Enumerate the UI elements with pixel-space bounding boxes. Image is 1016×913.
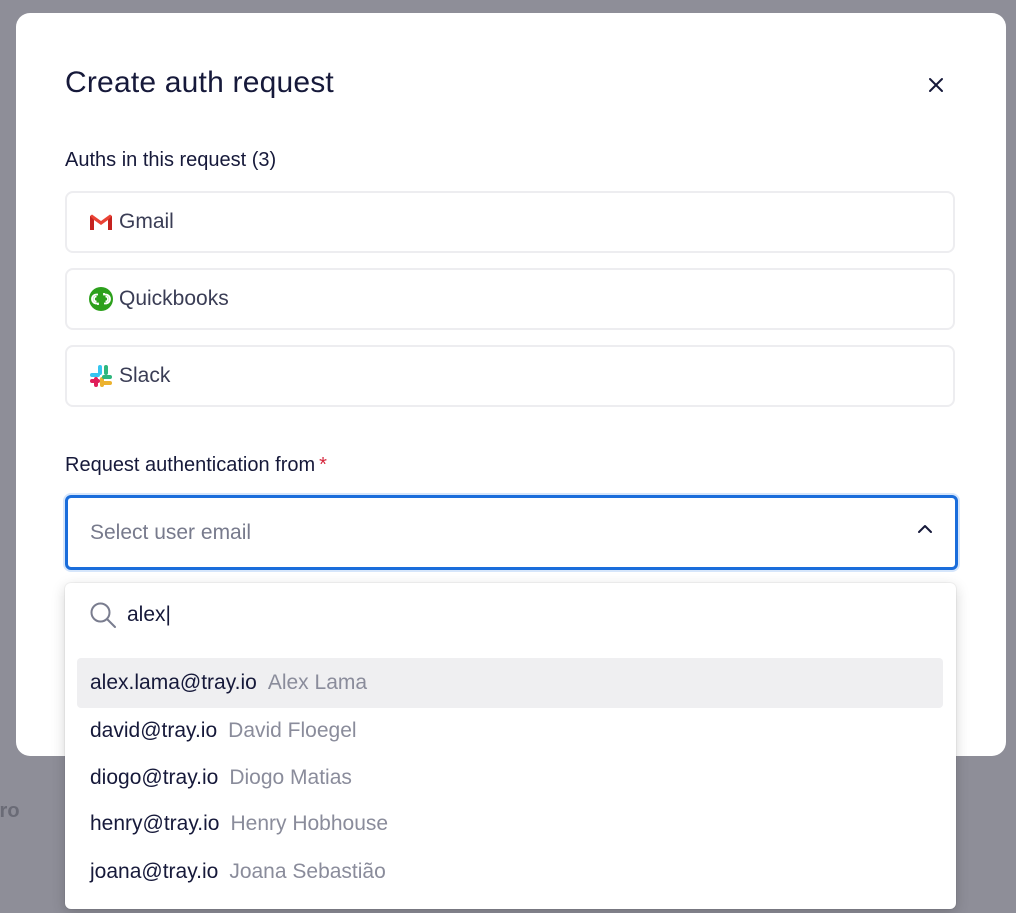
option-item[interactable]: henry@tray.io Henry Hobhouse: [77, 799, 943, 849]
required-marker: *: [319, 454, 327, 476]
modal-title: Create auth request: [65, 66, 334, 99]
quickbooks-icon: [89, 287, 113, 311]
option-item[interactable]: david@tray.io David Floegel: [77, 706, 943, 756]
chevron-up-icon: [918, 525, 932, 533]
select-placeholder: Select user email: [90, 520, 252, 544]
auth-item-label: Quickbooks: [119, 287, 229, 310]
auth-item-slack: Slack: [65, 345, 955, 407]
option-name: Diogo Matias: [229, 766, 352, 789]
option-email: diogo@tray.io: [90, 766, 219, 789]
option-email: joana@tray.io: [90, 860, 219, 883]
auth-item-label: Slack: [119, 364, 171, 387]
auth-item-quickbooks: Quickbooks: [65, 268, 955, 330]
option-item[interactable]: alex.lama@tray.io Alex Lama: [77, 658, 943, 708]
auth-item-gmail: Gmail: [65, 191, 955, 253]
option-name: Alex Lama: [267, 671, 368, 694]
option-item[interactable]: diogo@tray.io Diogo Matias: [77, 753, 943, 803]
auth-item-label: Gmail: [119, 210, 174, 233]
request-from-label: Request authentication from *: [65, 454, 327, 477]
close-button[interactable]: [922, 71, 950, 99]
option-item[interactable]: joana@tray.io Joana Sebastião: [77, 847, 943, 897]
option-name: David Floegel: [228, 719, 357, 742]
close-icon: [929, 78, 943, 92]
option-name: Henry Hobhouse: [230, 812, 389, 835]
option-email: alex.lama@tray.io: [90, 671, 257, 694]
gmail-icon: [89, 210, 113, 234]
option-email: david@tray.io: [90, 719, 218, 742]
user-email-select[interactable]: Select user email: [65, 495, 958, 570]
search-input[interactable]: [127, 603, 727, 627]
option-email: henry@tray.io: [90, 812, 220, 835]
option-name: Joana Sebastião: [229, 860, 386, 883]
slack-icon: [89, 364, 113, 388]
auths-section-label: Auths in this request (3): [65, 149, 277, 171]
user-email-dropdown: alex.lama@tray.io Alex Lama david@tray.i…: [65, 583, 956, 909]
background-text: iro: [0, 800, 20, 822]
search-row: [89, 601, 727, 629]
search-icon: [90, 602, 116, 628]
request-from-text: Request authentication from: [65, 454, 316, 476]
